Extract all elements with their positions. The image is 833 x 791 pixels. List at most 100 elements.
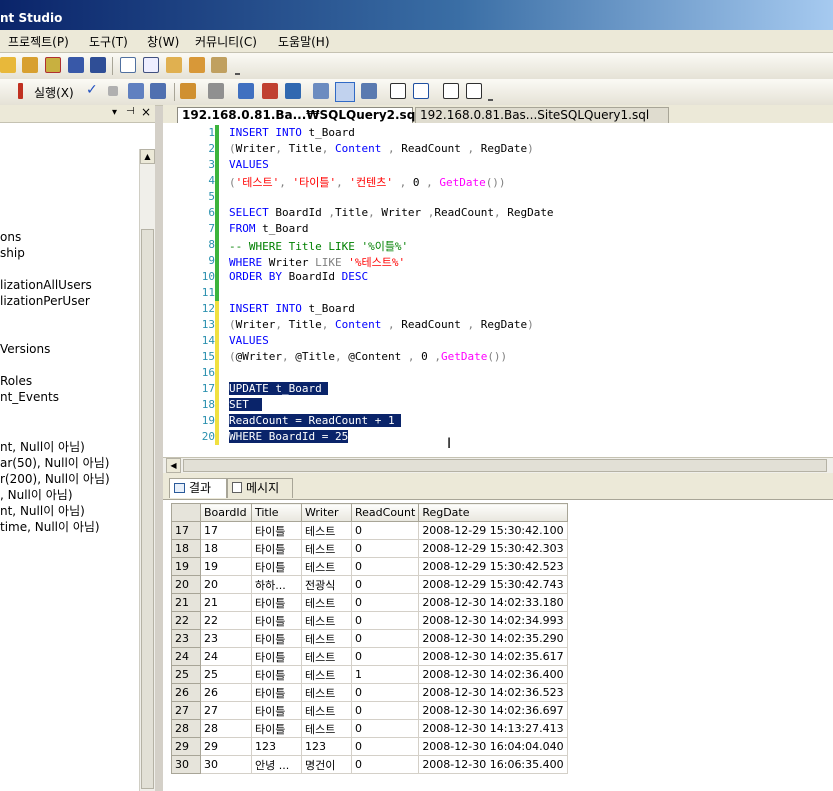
grid-cell[interactable]: 2008-12-30 14:13:27.413	[418, 719, 568, 738]
grid-cell[interactable]: 24	[200, 647, 252, 666]
grid-cell[interactable]: 25	[200, 665, 252, 684]
connect-icon[interactable]	[128, 83, 144, 99]
toolbox-icon[interactable]	[211, 57, 227, 73]
grid-cell[interactable]: 0	[350, 593, 420, 612]
client-statistics-icon[interactable]	[262, 83, 278, 99]
grid-cell[interactable]: 28	[200, 719, 252, 738]
tree-node[interactable]: nt_Events	[0, 390, 59, 404]
results-to-text-icon[interactable]	[313, 83, 329, 99]
menu-project[interactable]: 프로젝트(P)	[8, 33, 69, 50]
object-explorer-icon[interactable]	[166, 57, 182, 73]
menu-window[interactable]: 창(W)	[147, 33, 179, 50]
code-line[interactable]: -- WHERE Title LIKE '%이틀%'	[229, 238, 408, 254]
code-line-selected[interactable]: SET	[229, 398, 263, 411]
grid-cell[interactable]: 18	[200, 539, 252, 558]
grid-cell[interactable]: 2008-12-30 14:02:36.697	[418, 701, 568, 720]
table-row[interactable]: 26 26 타이틀 테스트 0 2008-12-30 14:02:36.523	[171, 683, 568, 702]
grid-cell[interactable]: 테스트	[301, 665, 352, 684]
grid-cell[interactable]: 타이틀	[251, 539, 302, 558]
grid-cell[interactable]: 26	[200, 683, 252, 702]
code-line[interactable]: INSERT INTO t_Board	[229, 126, 355, 139]
column-header[interactable]: BoardId	[200, 503, 252, 522]
grid-cell[interactable]: 타이틀	[251, 683, 302, 702]
code-line[interactable]: VALUES	[229, 334, 269, 347]
include-plan-icon[interactable]	[238, 83, 254, 99]
grid-cell[interactable]: 0	[350, 557, 420, 576]
table-row[interactable]: 24 24 타이틀 테스트 0 2008-12-30 14:02:35.617	[171, 647, 568, 666]
grid-cell[interactable]: 0	[350, 539, 420, 558]
tree-node[interactable]: ship	[0, 246, 25, 260]
grid-cell[interactable]: 테스트	[301, 611, 352, 630]
indent-icon[interactable]	[466, 83, 482, 99]
tab-sqlquery2[interactable]: 192.168.0.81.Ba...₩SQLQuery2.sql*	[177, 107, 426, 123]
code-line-selected[interactable]: ReadCount = ReadCount + 1	[229, 414, 402, 427]
tab-messages[interactable]: 메시지	[227, 478, 293, 498]
results-to-file-icon[interactable]	[361, 83, 377, 99]
uncomment-icon[interactable]	[413, 83, 429, 99]
row-number[interactable]: 30	[171, 755, 201, 774]
grid-cell[interactable]: 2008-12-30 14:02:33.180	[418, 593, 568, 612]
open-folder-icon[interactable]	[0, 57, 16, 73]
query-options-icon[interactable]	[208, 83, 224, 99]
tree-node[interactable]: , Null이 아님)	[0, 486, 73, 503]
grid-cell[interactable]: 0	[350, 611, 420, 630]
properties-icon[interactable]	[143, 57, 159, 73]
grid-cell[interactable]: 2008-12-29 15:30:42.743	[418, 575, 568, 594]
stop-icon[interactable]	[108, 86, 118, 96]
grid-cell[interactable]: 0	[350, 575, 420, 594]
row-number[interactable]: 20	[171, 575, 201, 594]
execute-icon[interactable]	[18, 83, 23, 99]
code-line-selected[interactable]: UPDATE t_Board	[229, 382, 329, 395]
tab-results[interactable]: 결과	[169, 478, 227, 498]
results-to-grid-icon[interactable]	[335, 82, 355, 102]
table-row[interactable]: 25 25 타이틀 테스트 1 2008-12-30 14:02:36.400	[171, 665, 568, 684]
template-icon[interactable]	[189, 57, 205, 73]
execute-button[interactable]: 실행(X)	[34, 84, 74, 101]
save-icon[interactable]	[68, 57, 84, 73]
grid-cell[interactable]: 타이틀	[251, 629, 302, 648]
grid-cell[interactable]: 타이틀	[251, 611, 302, 630]
row-number[interactable]: 25	[171, 665, 201, 684]
table-row[interactable]: 23 23 타이틀 테스트 0 2008-12-30 14:02:35.290	[171, 629, 568, 648]
grid-cell[interactable]: 타이틀	[251, 593, 302, 612]
grid-cell[interactable]: 0	[350, 719, 420, 738]
code-line-selected[interactable]: WHERE BoardId = 25	[229, 430, 349, 443]
pin-icon[interactable]: ⊣	[126, 107, 135, 117]
tree-node[interactable]: ar(50), Null이 아님)	[0, 454, 109, 471]
check-icon[interactable]: ✓	[86, 83, 98, 97]
table-row[interactable]: 21 21 타이틀 테스트 0 2008-12-30 14:02:33.180	[171, 593, 568, 612]
tab-sitesqlquery1[interactable]: 192.168.0.81.Bas...SiteSQLQuery1.sql	[415, 107, 669, 123]
code-line[interactable]: INSERT INTO t_Board	[229, 302, 355, 315]
object-explorer-scrollbar[interactable]: ▲	[139, 149, 155, 791]
scroll-up-icon[interactable]: ▲	[140, 149, 155, 164]
grid-corner[interactable]	[171, 503, 201, 522]
tree-node[interactable]: Versions	[0, 342, 50, 356]
tree-node[interactable]: r(200), Null이 아님)	[0, 470, 110, 487]
code-line[interactable]: WHERE Writer LIKE '%테스트%'	[229, 254, 405, 270]
grid-cell[interactable]: 테스트	[301, 521, 352, 540]
display-plan-icon[interactable]	[180, 83, 196, 99]
code-line[interactable]: FROM t_Board	[229, 222, 308, 235]
row-number[interactable]: 27	[171, 701, 201, 720]
grid-cell[interactable]: 2008-12-29 15:30:42.303	[418, 539, 568, 558]
grid-cell[interactable]: 테스트	[301, 629, 352, 648]
dropdown-icon[interactable]: ▾	[112, 108, 117, 118]
grid-cell[interactable]: 2008-12-30 16:06:35.400	[418, 755, 568, 774]
new-item-icon[interactable]	[45, 57, 61, 73]
grid-cell[interactable]: 2008-12-30 16:04:04.040	[418, 737, 568, 756]
analyze-icon[interactable]	[285, 83, 301, 99]
tree-node[interactable]: Roles	[0, 374, 32, 388]
close-icon[interactable]: ×	[141, 106, 151, 118]
grid-cell[interactable]: 타이틀	[251, 557, 302, 576]
grid-cell[interactable]: 0	[350, 701, 420, 720]
table-row[interactable]: 22 22 타이틀 테스트 0 2008-12-30 14:02:34.993	[171, 611, 568, 630]
grid-cell[interactable]: 타이틀	[251, 521, 302, 540]
table-row[interactable]: 30 30 안녕 ... 명건이 0 2008-12-30 16:06:35.400	[171, 755, 568, 774]
grid-cell[interactable]: 테스트	[301, 701, 352, 720]
table-row[interactable]: 20 20 하하... 전광식 0 2008-12-29 15:30:42.743	[171, 575, 568, 594]
code-line[interactable]: VALUES	[229, 158, 269, 171]
menu-tools[interactable]: 도구(T)	[89, 33, 128, 50]
results-grid[interactable]: BoardId Title Writer ReadCount RegDate 1…	[171, 503, 568, 774]
grid-cell[interactable]: 타이틀	[251, 665, 302, 684]
code-line[interactable]: (@Writer, @Title, @Content , 0 ,GetDate(…	[229, 350, 507, 363]
